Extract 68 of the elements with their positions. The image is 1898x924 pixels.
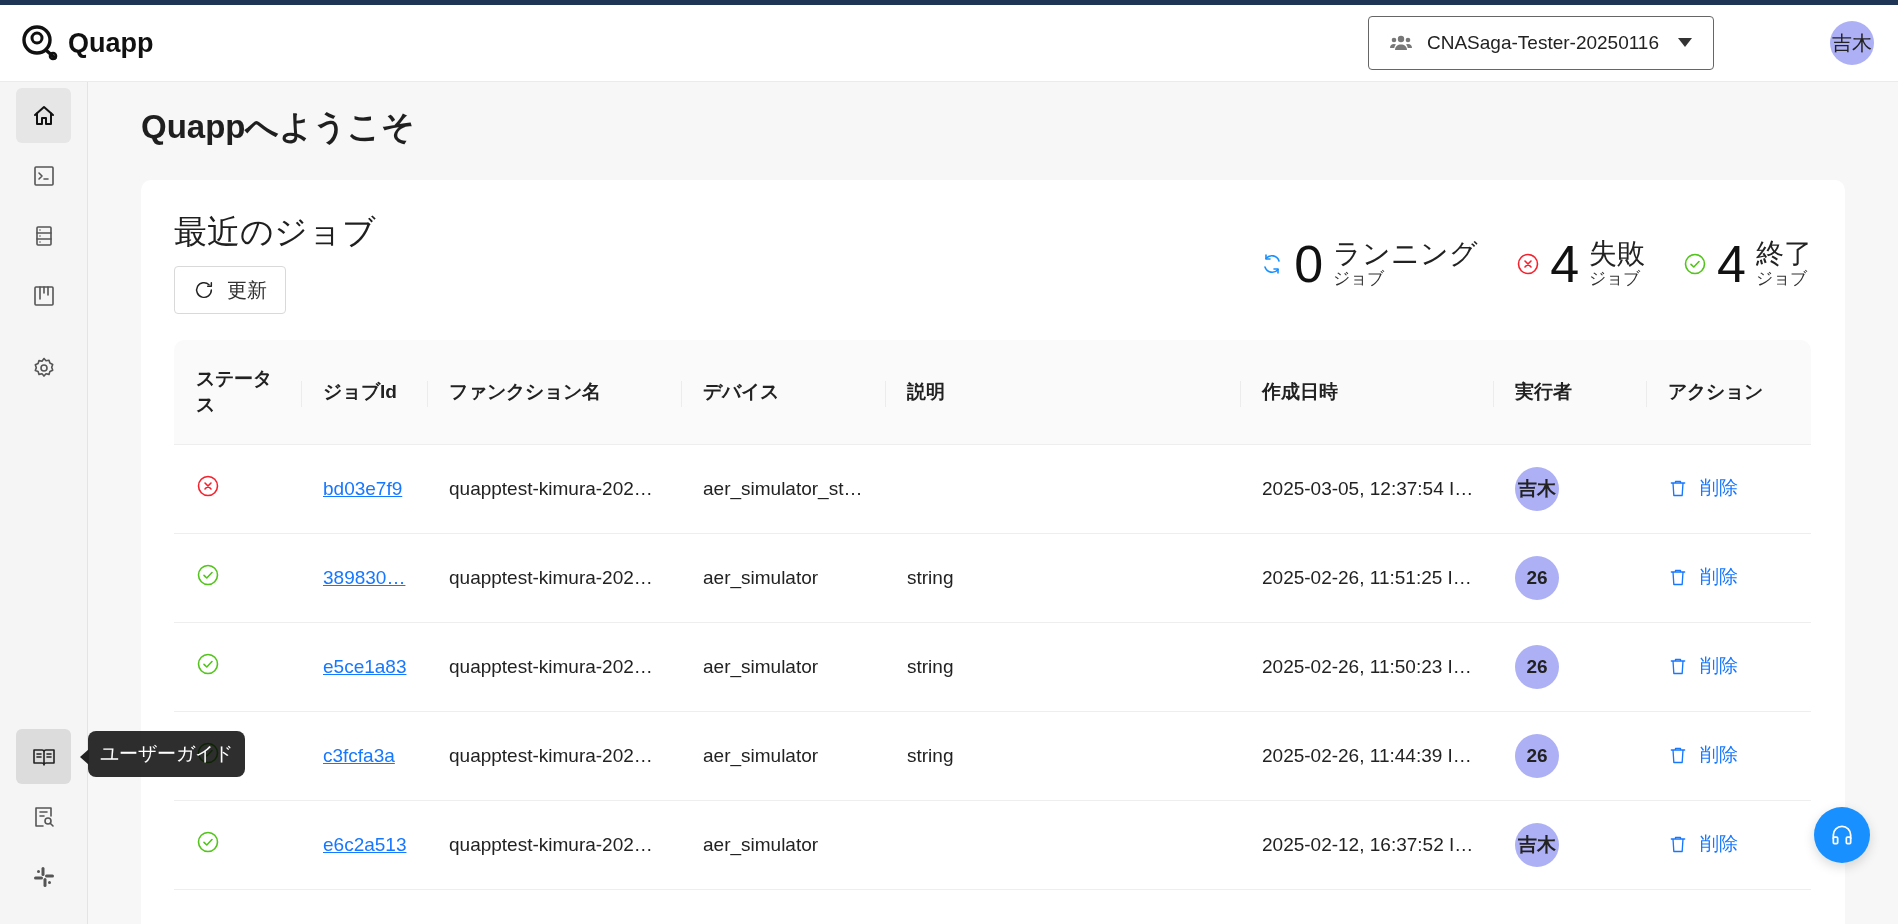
column-header: 作成日時 [1262, 379, 1338, 404]
description: string [907, 744, 954, 766]
stat-sublabel: ジョブ [1589, 269, 1642, 289]
sidebar-item[interactable] [16, 88, 71, 143]
created-at: 2025-03-05, 12:37:54 I… [1262, 477, 1474, 499]
delete-button[interactable]: 削除 [1668, 563, 1738, 590]
device-name: aer_simulator_st… [703, 477, 863, 499]
stat-sublabel: ジョブ [1333, 269, 1386, 289]
device-name: aer_simulator [703, 566, 819, 588]
job-id-link[interactable]: c3fcfa3a [323, 744, 395, 766]
user-avatar: 26 [1515, 733, 1559, 778]
home-icon [31, 103, 56, 128]
column-header: ジョブId [323, 379, 397, 404]
stat-count: 0 [1294, 236, 1324, 292]
stat-sublabel: ジョブ [1756, 269, 1808, 289]
refresh-icon [193, 279, 215, 301]
job-id-link[interactable]: e5ce1a83 [323, 655, 407, 677]
function-name: quapptest-kimura-202… [449, 833, 653, 855]
column-header: 説明 [907, 379, 945, 404]
created-at: 2025-02-26, 11:51:25 I… [1262, 566, 1472, 588]
function-name: quapptest-kimura-202… [449, 477, 653, 499]
function-name: quapptest-kimura-202… [449, 655, 653, 677]
created-at: 2025-02-26, 11:44:39 I… [1262, 744, 1472, 766]
stat-label: 終了 [1756, 239, 1812, 269]
logo-text: Quapp [68, 27, 154, 59]
tooltip-arrow-icon [80, 749, 89, 765]
user-avatar: 26 [1515, 555, 1559, 600]
column-header: アクション [1668, 379, 1763, 404]
description: string [907, 655, 954, 677]
job-id-link[interactable]: bd03e7f9 [323, 477, 403, 499]
tooltip: ユーザーガイド [88, 731, 245, 777]
board-icon [31, 283, 56, 308]
delete-button[interactable]: 削除 [1668, 830, 1738, 857]
delete-button[interactable]: 削除 [1668, 741, 1738, 768]
delete-button[interactable]: 削除 [1668, 474, 1738, 501]
function-name: quapptest-kimura-202… [449, 744, 653, 766]
created-at: 2025-02-12, 16:37:52 I… [1262, 833, 1474, 855]
column-header: ステータス [196, 366, 273, 417]
delete-button[interactable]: 削除 [1668, 652, 1738, 679]
support-button[interactable] [1814, 807, 1870, 863]
caret-icon [1677, 37, 1693, 49]
job-id-link[interactable]: 389830… [323, 566, 406, 588]
stat-count: 4 [1717, 236, 1746, 292]
column-header: 実行者 [1515, 379, 1572, 404]
stat-label: 失敗 [1589, 239, 1646, 269]
device-name: aer_simulator [703, 833, 819, 855]
description: string [907, 566, 954, 588]
team-selector[interactable]: CNASaga-Tester-20250116 [1368, 16, 1714, 70]
job-id-link[interactable]: e6c2a513 [323, 833, 407, 855]
terminal-icon [31, 163, 56, 188]
hash-icon [31, 864, 56, 889]
device-name: aer_simulator [703, 655, 819, 677]
user-avatar: 吉木 [1515, 822, 1559, 867]
column-header: デバイス [703, 379, 779, 404]
refresh-button[interactable]: 更新 [174, 266, 286, 314]
sidebar-item[interactable] [16, 729, 71, 784]
user-avatar: 26 [1515, 644, 1559, 689]
column-header: ファンクション名 [449, 379, 601, 404]
logo-icon [20, 23, 60, 63]
user-avatar: 吉木 [1515, 466, 1559, 511]
created-at: 2025-02-26, 11:50:23 I… [1262, 655, 1472, 677]
section-title: 最近のジョブ [174, 212, 376, 252]
stat-count: 4 [1550, 236, 1580, 292]
function-name: quapptest-kimura-202… [449, 566, 653, 588]
device-name: aer_simulator [703, 744, 819, 766]
page-title: Quappへようこそ [141, 107, 417, 147]
user-avatar[interactable]: 吉木 [1830, 21, 1874, 65]
stat-label: ランニング [1333, 239, 1479, 269]
